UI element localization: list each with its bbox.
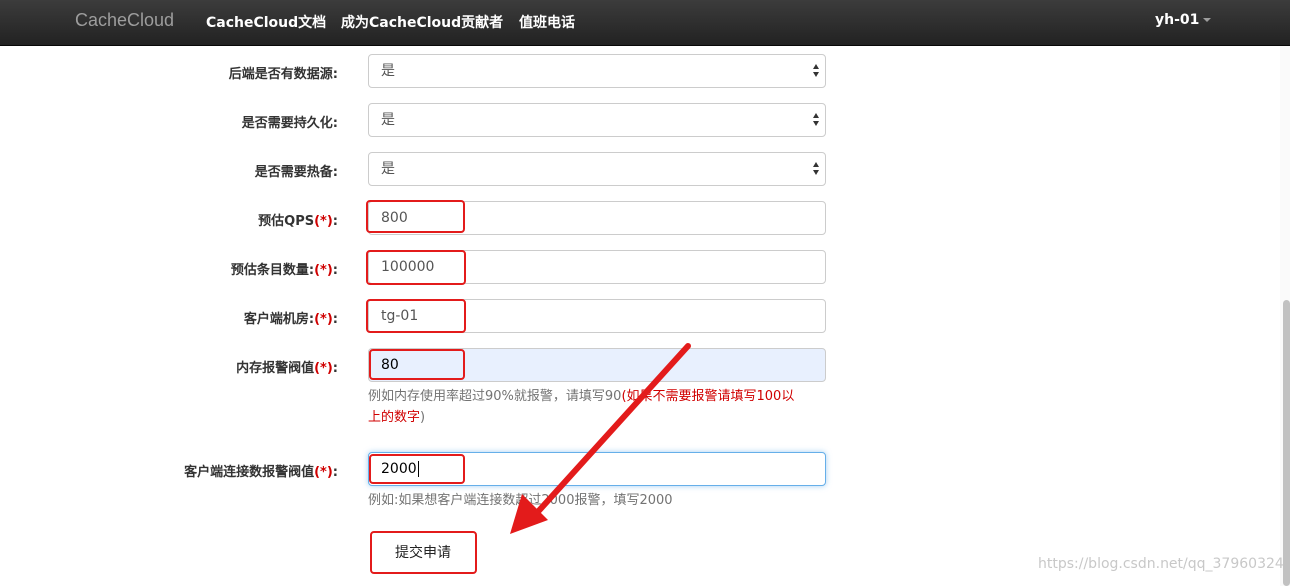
annotation-arrow-icon: [510, 343, 691, 534]
watermark: https://blog.csdn.net/qq_37960324: [1038, 556, 1284, 572]
